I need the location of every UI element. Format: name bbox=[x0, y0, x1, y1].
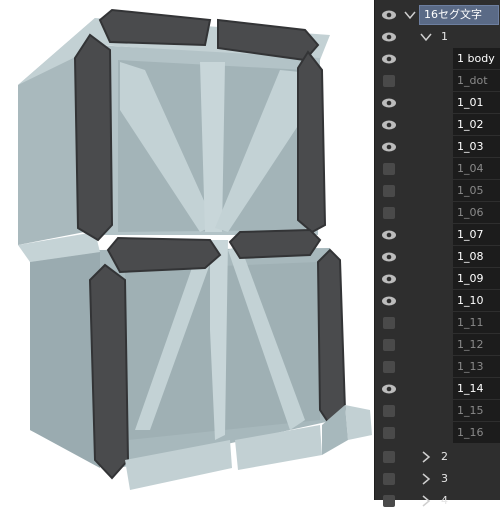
eye-icon[interactable] bbox=[381, 118, 397, 132]
layer-row-group[interactable]: 3 bbox=[375, 468, 500, 490]
layer-row-item[interactable]: 1_07 bbox=[375, 224, 500, 246]
visibility-toggle-off[interactable] bbox=[383, 361, 395, 373]
eye-icon[interactable] bbox=[381, 228, 397, 242]
sixteen-segment-model[interactable] bbox=[0, 0, 374, 500]
eye-icon[interactable] bbox=[381, 272, 397, 286]
bottom-block-right bbox=[345, 405, 372, 440]
layer-row-item[interactable]: 1_03 bbox=[375, 136, 500, 158]
segment-1-03 bbox=[297, 50, 327, 234]
layer-label: 1_01 bbox=[457, 96, 484, 109]
segment-1-07 bbox=[73, 33, 114, 242]
layer-label: 1_15 bbox=[457, 404, 484, 417]
layer-row-item[interactable]: 1_14 bbox=[375, 378, 500, 400]
visibility-toggle-off[interactable] bbox=[383, 451, 395, 463]
layer-label: 1 body bbox=[457, 52, 495, 65]
visibility-toggle-off[interactable] bbox=[383, 317, 395, 329]
layer-row-group[interactable]: 4 bbox=[375, 490, 500, 512]
layer-label: 1_07 bbox=[457, 228, 484, 241]
segment-lower-right bbox=[316, 248, 347, 427]
layer-label: 1_03 bbox=[457, 140, 484, 153]
chevron-right-icon[interactable] bbox=[419, 450, 433, 464]
layer-label: 4 bbox=[441, 494, 448, 507]
layer-label: 1_05 bbox=[457, 184, 484, 197]
layer-row-item[interactable]: 1_dot bbox=[375, 70, 500, 92]
chevron-down-icon[interactable] bbox=[419, 30, 433, 44]
layer-row-item[interactable]: 1_11 bbox=[375, 312, 500, 334]
eye-icon[interactable] bbox=[381, 30, 397, 44]
layer-row-item[interactable]: 1_01 bbox=[375, 92, 500, 114]
layer-label: 1_04 bbox=[457, 162, 484, 175]
eye-icon[interactable] bbox=[381, 140, 397, 154]
layer-label: 1_08 bbox=[457, 250, 484, 263]
layer-row-item[interactable]: 1_08 bbox=[375, 246, 500, 268]
segment-mid-right bbox=[228, 228, 322, 260]
layer-label: 2 bbox=[441, 450, 448, 463]
layer-row-item[interactable]: 1_16 bbox=[375, 422, 500, 444]
visibility-toggle-off[interactable] bbox=[383, 495, 395, 507]
eye-icon[interactable] bbox=[381, 382, 397, 396]
layer-row-item[interactable]: 1_12 bbox=[375, 334, 500, 356]
visibility-toggle-off[interactable] bbox=[383, 427, 395, 439]
layer-label: 1_11 bbox=[457, 316, 484, 329]
segment-1-01 bbox=[98, 8, 212, 47]
layer-label: 3 bbox=[441, 472, 448, 485]
visibility-toggle-off[interactable] bbox=[383, 185, 395, 197]
chevron-right-icon[interactable] bbox=[419, 494, 433, 508]
layer-row-group[interactable]: 2 bbox=[375, 446, 500, 468]
segment-lower-left bbox=[88, 263, 130, 480]
layer-label: 1_14 bbox=[457, 382, 484, 395]
layer-row-item[interactable]: 1_05 bbox=[375, 180, 500, 202]
visibility-toggle-off[interactable] bbox=[383, 163, 395, 175]
3d-viewport[interactable] bbox=[0, 0, 374, 500]
layer-label: 1_16 bbox=[457, 426, 484, 439]
visibility-toggle-off[interactable] bbox=[383, 75, 395, 87]
layer-row-item[interactable]: 1_10 bbox=[375, 290, 500, 312]
chevron-right-icon[interactable] bbox=[419, 472, 433, 486]
layers-panel: 16セグ文字 1 1 body 1_dot 1_01 1_02 1_03 1_04 1_05… bbox=[374, 0, 500, 507]
layer-label: 1_09 bbox=[457, 272, 484, 285]
layer-row-item[interactable]: 1_09 bbox=[375, 268, 500, 290]
layer-label: 1_dot bbox=[457, 74, 488, 87]
layer-row-item[interactable]: 1_04 bbox=[375, 158, 500, 180]
visibility-toggle-off[interactable] bbox=[383, 405, 395, 417]
visibility-toggle-off[interactable] bbox=[383, 473, 395, 485]
layer-row-item[interactable]: 1_15 bbox=[375, 400, 500, 422]
layer-row-item[interactable]: 1_06 bbox=[375, 202, 500, 224]
eye-icon[interactable] bbox=[381, 52, 397, 66]
eye-icon[interactable] bbox=[381, 294, 397, 308]
layer-label: 1_13 bbox=[457, 360, 484, 373]
layer-label: 1_02 bbox=[457, 118, 484, 131]
layer-row-item[interactable]: 1 body bbox=[375, 48, 500, 70]
layer-row-item[interactable]: 1_13 bbox=[375, 356, 500, 378]
segment-mid-left bbox=[106, 236, 222, 274]
eye-icon[interactable] bbox=[381, 250, 397, 264]
visibility-toggle-off[interactable] bbox=[383, 207, 395, 219]
layer-row-group-1[interactable]: 1 bbox=[375, 26, 500, 48]
layer-label: 1_06 bbox=[457, 206, 484, 219]
eye-icon[interactable] bbox=[381, 96, 397, 110]
visibility-toggle-off[interactable] bbox=[383, 339, 395, 351]
layer-label: 16セグ文字 bbox=[424, 8, 482, 21]
layer-label: 1 bbox=[441, 30, 448, 43]
layer-row-item[interactable]: 1_02 bbox=[375, 114, 500, 136]
layer-label: 1_10 bbox=[457, 294, 484, 307]
layer-row-root[interactable]: 16セグ文字 bbox=[375, 4, 500, 26]
eye-icon[interactable] bbox=[381, 8, 397, 22]
layer-label: 1_12 bbox=[457, 338, 484, 351]
chevron-down-icon[interactable] bbox=[403, 8, 417, 22]
